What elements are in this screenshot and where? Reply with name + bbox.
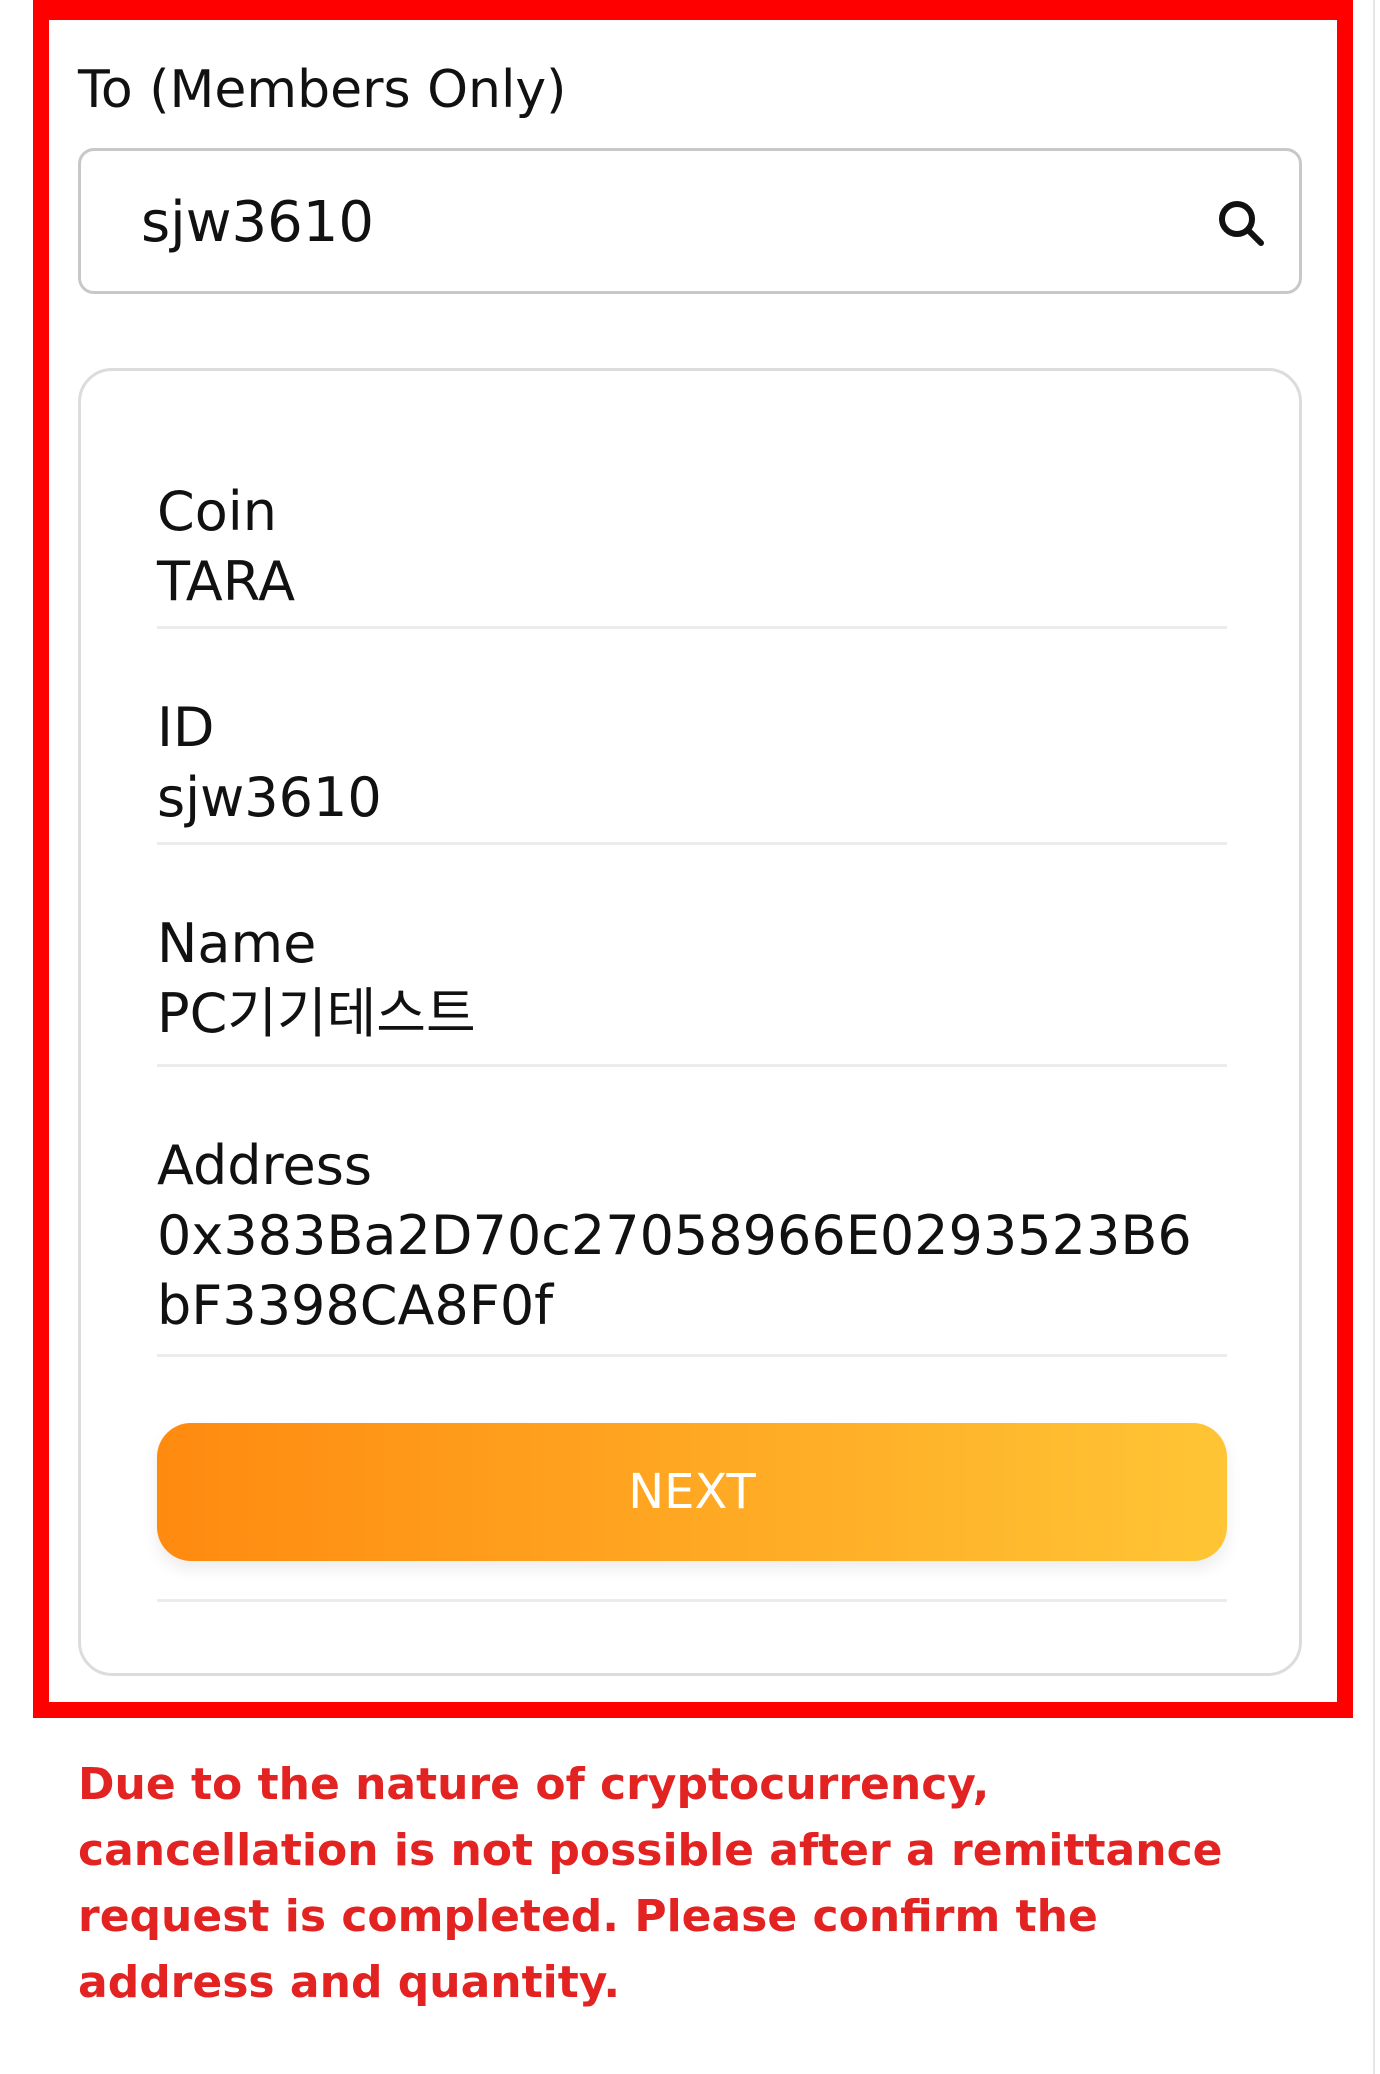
remittance-warning: Due to the nature of cryptocurrency, can… [78, 1759, 1223, 2008]
id-value: sjw3610 [157, 766, 382, 829]
card-bottom-divider [157, 1599, 1227, 1602]
recipient-search-input[interactable] [141, 187, 1141, 257]
recipient-search-box[interactable] [78, 148, 1302, 294]
name-value: PC기기테스트 [157, 982, 476, 1045]
address-label: Address [157, 1134, 373, 1197]
recipient-label: To (Members Only) [78, 60, 567, 120]
id-row: ID sjw3610 [157, 693, 1227, 845]
coin-label: Coin [157, 480, 277, 543]
address-row: Address 0x383Ba2D70c27058966E0293523B6bF… [157, 1131, 1227, 1357]
name-label: Name [157, 912, 317, 975]
page-edge-divider [1373, 0, 1375, 2074]
next-button[interactable]: NEXT [157, 1423, 1227, 1561]
recipient-info-card: Coin TARA ID sjw3610 Name PC기기테스트 Addres… [78, 368, 1302, 1676]
coin-value: TARA [157, 550, 296, 613]
name-row: Name PC기기테스트 [157, 909, 1227, 1067]
search-icon[interactable] [1215, 197, 1267, 249]
id-label: ID [157, 696, 215, 759]
coin-row: Coin TARA [157, 477, 1227, 629]
address-value: 0x383Ba2D70c27058966E0293523B6bF3398CA8F… [157, 1204, 1192, 1337]
